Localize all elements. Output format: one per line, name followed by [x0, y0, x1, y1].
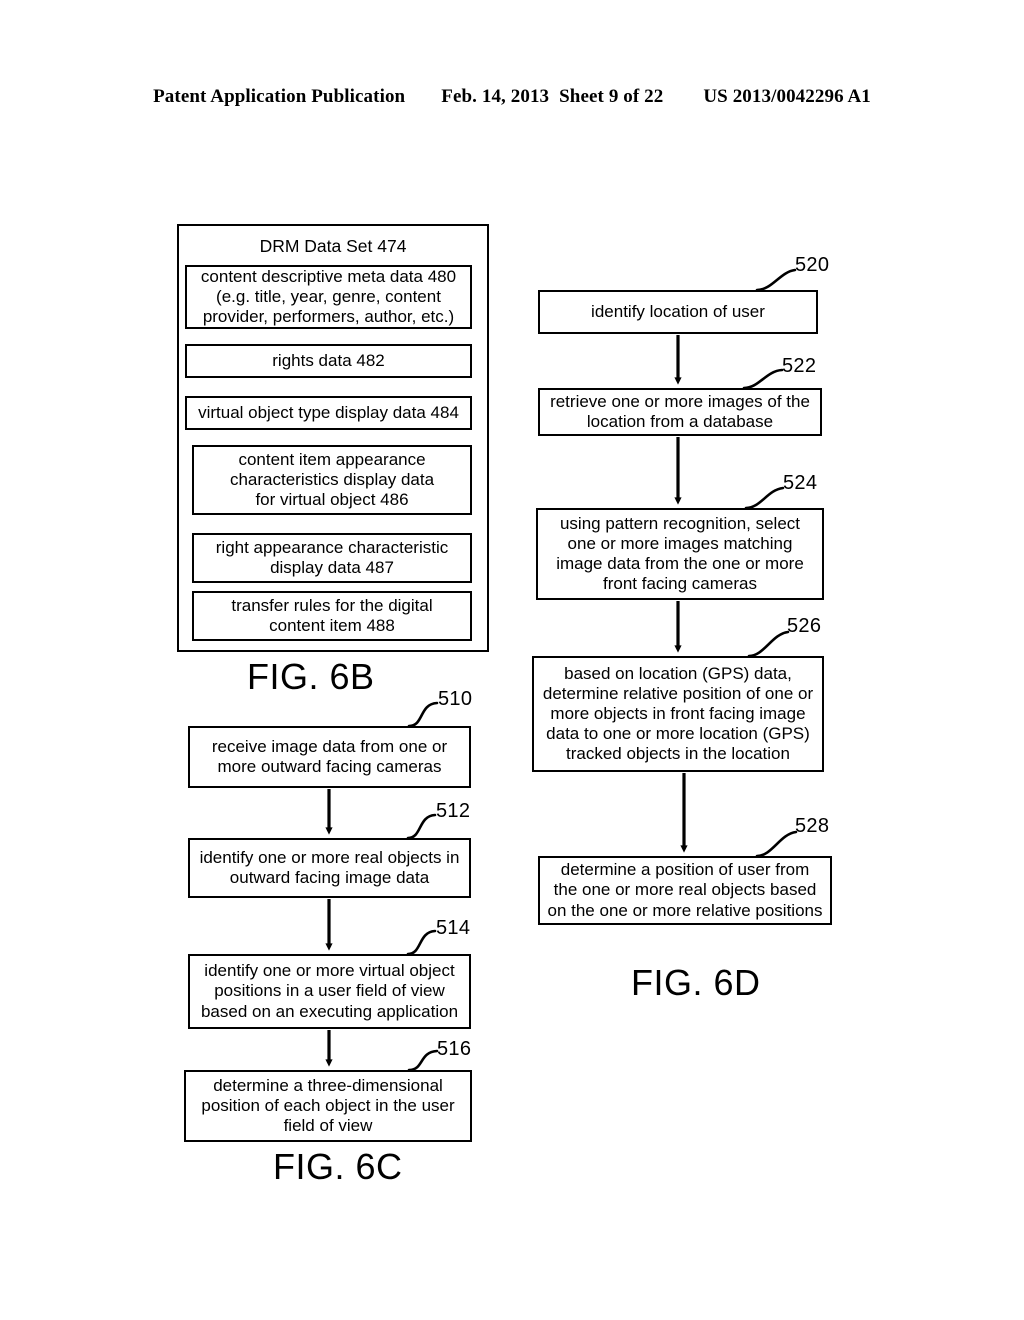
drm-item-486-text: content item appearance characteristics d…	[229, 449, 435, 510]
publication-label: Patent Application Publication	[153, 86, 406, 107]
ref-numeral-520: 520	[795, 254, 830, 276]
drm-item-right-appearance-characteristic: right appearance characteristic display d…	[192, 533, 472, 583]
drm-item-content-descriptive-meta-data: content descriptive meta data 480 (e.g. t…	[185, 265, 472, 329]
figure-caption-6b: FIG. 6B	[247, 656, 375, 697]
step-box-514: identify one or more virtual object posit…	[188, 954, 471, 1029]
ref-numeral-522: 522	[782, 355, 817, 377]
drm-item-virtual-object-type-display-data: virtual object type display data 484	[185, 396, 472, 430]
step-box-528: determine a position of user from the one…	[538, 856, 832, 925]
step-box-522: retrieve one or more images of the locati…	[538, 388, 822, 436]
step-514-text: identify one or more virtual object posit…	[200, 961, 459, 1021]
drm-item-rights-data: rights data 482	[185, 344, 472, 378]
step-512-text: identify one or more real objects in outw…	[199, 847, 460, 887]
ref-numeral-514: 514	[436, 917, 471, 939]
step-box-520: identify location of user	[538, 290, 818, 334]
step-516-text: determine a three-dimensional position of…	[201, 1075, 455, 1136]
step-522-text: retrieve one or more images of the locati…	[550, 391, 810, 431]
sheet-number: Sheet 9 of 22	[559, 86, 664, 107]
publication-date: Feb. 14, 2013	[441, 86, 550, 107]
ref-numeral-516: 516	[437, 1038, 472, 1060]
drm-data-set-title: DRM Data Set 474	[259, 236, 407, 256]
figure-caption-6d: FIG. 6D	[631, 962, 761, 1003]
step-520-text: identify location of user	[591, 301, 765, 321]
drm-item-480-text: content descriptive meta data 480 (e.g. t…	[200, 266, 457, 327]
connector-overlay	[325, 268, 798, 1072]
ref-numeral-510: 510	[438, 688, 473, 710]
step-box-516: determine a three-dimensional position of…	[184, 1070, 472, 1142]
drm-item-transfer-rules: transfer rules for the digital content it…	[192, 591, 472, 641]
step-528-text: determine a position of user from the one…	[547, 860, 823, 920]
step-524-text: using pattern recognition, select one or …	[556, 513, 804, 594]
drm-item-484-text: virtual object type display data 484	[198, 402, 459, 422]
ref-numeral-512: 512	[436, 800, 471, 822]
drm-item-482-text: rights data 482	[272, 350, 385, 370]
step-box-526: based on location (GPS) data, determine r…	[532, 656, 824, 772]
patent-number: US 2013/0042296 A1	[703, 86, 871, 107]
drm-item-487-text: right appearance characteristic display d…	[215, 537, 449, 577]
step-box-524: using pattern recognition, select one or …	[536, 508, 824, 600]
ref-numeral-528: 528	[795, 815, 830, 837]
step-box-512: identify one or more real objects in outw…	[188, 838, 471, 898]
drm-item-488-text: transfer rules for the digital content it…	[231, 595, 433, 635]
step-526-text: based on location (GPS) data, determine r…	[542, 663, 814, 764]
figure-caption-6c: FIG. 6C	[273, 1146, 403, 1187]
step-510-text: receive image data from one or more outwa…	[211, 736, 448, 776]
ref-numeral-524: 524	[783, 472, 818, 494]
step-box-510: receive image data from one or more outwa…	[188, 726, 471, 788]
ref-numeral-526: 526	[787, 615, 822, 637]
patent-header: Patent Application Publication Feb. 14, …	[0, 86, 1024, 108]
drm-item-content-item-appearance-characteristics: content item appearance characteristics d…	[192, 445, 472, 515]
